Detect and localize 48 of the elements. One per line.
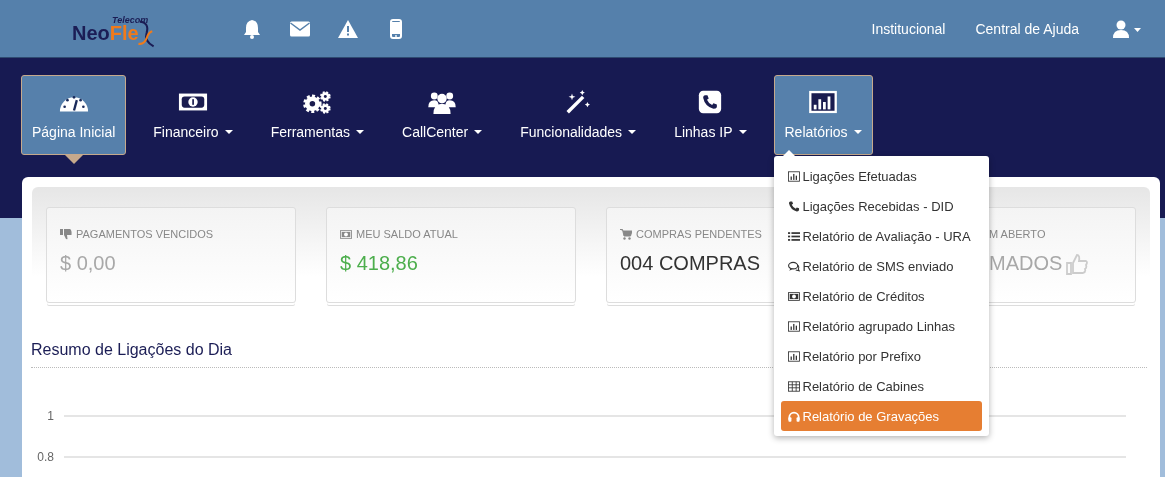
axis-tick-label: 1 xyxy=(47,409,54,423)
menu-item[interactable]: Ligações Recebidas - DID xyxy=(780,191,982,221)
nav-tab[interactable]: CallCenter xyxy=(391,75,494,155)
cart-icon xyxy=(620,228,632,240)
thumbs-down-icon xyxy=(60,228,72,240)
menu-item[interactable]: Relatório de Créditos xyxy=(780,281,982,311)
menu-item[interactable]: Relatório por Prefixo xyxy=(780,341,982,371)
menu-item[interactable]: Ligações Efetuadas xyxy=(780,161,982,191)
user-menu-icon[interactable] xyxy=(1111,19,1143,38)
nav-tab[interactable]: Financeiro xyxy=(142,75,244,155)
bar-chart-icon xyxy=(787,170,800,182)
top-link[interactable]: Central de Ajuda xyxy=(975,20,1079,37)
bell-icon[interactable] xyxy=(242,18,262,39)
menu-item[interactable]: Relatório de Cabines xyxy=(780,371,982,401)
stat-value: $ 0,00 xyxy=(60,252,116,275)
nav-tab[interactable]: Linhas IP xyxy=(663,75,758,155)
nav-tab[interactable]: Página Inicial xyxy=(21,75,127,155)
menu-item[interactable]: Relatório de Avaliação - URA xyxy=(780,221,982,251)
bar-chart-icon xyxy=(808,90,838,114)
stat-value: MADOS xyxy=(989,252,1063,275)
axis-tick-label: 0.8 xyxy=(37,450,54,464)
banknote-icon xyxy=(340,228,352,240)
stat-label: PAGAMENTOS VENCIDOS xyxy=(76,228,214,240)
stat-value: 004 COMPRAS xyxy=(620,252,761,275)
nav-tab[interactable]: Relatórios xyxy=(773,75,873,155)
stat-label: MEU SALDO ATUAL xyxy=(356,228,458,240)
top-link[interactable]: Institucional xyxy=(871,20,946,37)
bar-chart-icon xyxy=(787,320,800,332)
table-icon xyxy=(787,380,800,392)
thumbs-up-icon xyxy=(1066,252,1089,275)
menu-item[interactable]: Relatório de SMS enviado xyxy=(780,251,982,281)
bar-chart-icon xyxy=(787,350,800,362)
logo-wordmark[interactable]: NeoFle xyxy=(72,22,139,45)
chat-icon xyxy=(787,260,800,272)
banknote-icon xyxy=(787,290,800,302)
menu-item[interactable]: Relatório agrupado Linhas xyxy=(780,311,982,341)
stat-label: COMPRAS PENDENTES xyxy=(636,228,762,240)
logo-tagline: Telecom xyxy=(112,14,149,25)
users-icon xyxy=(427,90,458,114)
gears-icon xyxy=(302,90,333,114)
stat-value: $ 418,86 xyxy=(340,252,418,275)
warning-icon[interactable] xyxy=(338,18,358,39)
phone-icon xyxy=(787,200,800,212)
nav-tab[interactable]: Funcionalidades xyxy=(509,75,648,155)
stat-label: M ABERTO xyxy=(989,228,1046,240)
nav-tab[interactable]: Ferramentas xyxy=(259,75,375,155)
headphones-icon xyxy=(787,410,800,422)
list-icon xyxy=(787,230,800,242)
